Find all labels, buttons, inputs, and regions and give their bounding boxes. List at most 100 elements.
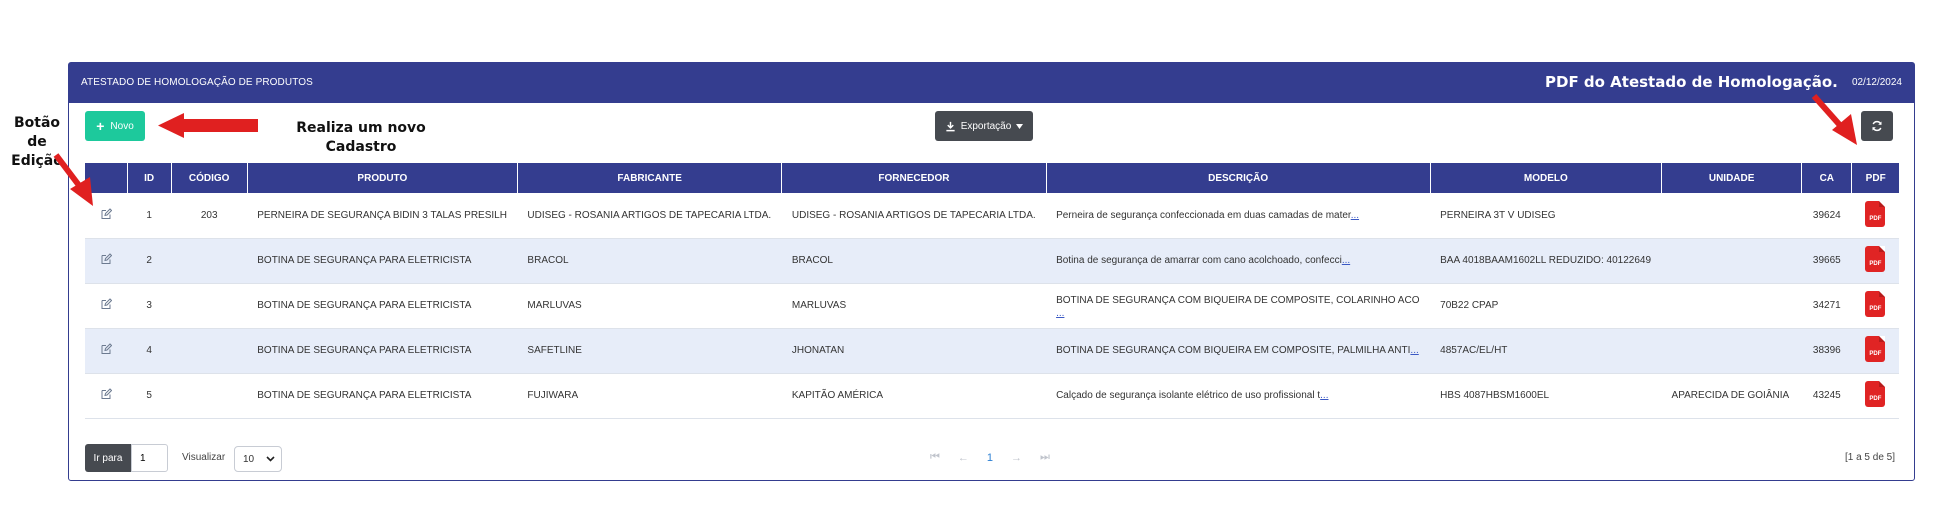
pdf-icon[interactable] xyxy=(1865,381,1886,407)
produto-cell: BOTINA DE SEGURANÇA PARA ELETRICISTA xyxy=(247,373,518,419)
first-page-icon[interactable]: ⏮ xyxy=(930,451,940,464)
edit-icon[interactable] xyxy=(100,253,113,265)
fornecedor-cell: KAPITÃO AMÉRICA xyxy=(781,373,1047,419)
modelo-cell: HBS 4087HBSM1600EL xyxy=(1430,373,1662,419)
table-row: 5 BOTINA DE SEGURANÇA PARA ELETRICISTA F… xyxy=(85,373,1899,419)
refresh-icon xyxy=(1872,120,1882,132)
modelo-cell: PERNEIRA 3T V UDISEG xyxy=(1430,193,1662,239)
edit-cell xyxy=(85,238,128,284)
produto-cell: BOTINA DE SEGURANÇA PARA ELETRICISTA xyxy=(247,283,518,329)
current-page-number[interactable]: 1 xyxy=(987,452,993,464)
pdf-icon[interactable] xyxy=(1865,336,1886,362)
chevron-down-icon xyxy=(266,456,275,462)
goto-page-input[interactable] xyxy=(131,444,168,472)
table-row: 3 BOTINA DE SEGURANÇA PARA ELETRICISTA M… xyxy=(85,283,1899,329)
fabricante-cell: MARLUVAS xyxy=(517,283,782,329)
column-header-fornecedor[interactable]: FORNECEDOR xyxy=(781,163,1047,193)
pdf-cell xyxy=(1851,238,1899,284)
pdf-icon[interactable] xyxy=(1865,291,1886,317)
column-header-modelo[interactable]: MODELO xyxy=(1430,163,1663,193)
unidade-cell xyxy=(1661,328,1802,374)
descricao-more-link[interactable]: ... xyxy=(1351,210,1359,221)
codigo-cell xyxy=(171,328,248,374)
column-header-descricao[interactable]: DESCRIÇÃO xyxy=(1046,163,1431,193)
ca-cell: 38396 xyxy=(1801,328,1852,374)
modelo-cell: 4857AC/EL/HT xyxy=(1430,328,1662,374)
fornecedor-cell: BRACOL xyxy=(781,238,1047,284)
descricao-cell: Botina de segurança de amarrar com cano … xyxy=(1046,238,1431,284)
caret-down-icon xyxy=(1016,123,1024,129)
fornecedor-cell: JHONATAN xyxy=(781,328,1047,374)
edit-icon[interactable] xyxy=(100,298,113,310)
annotation-pdf-label: PDF do Atestado de Homologação. xyxy=(1545,73,1838,91)
edit-cell xyxy=(85,373,128,419)
descricao-cell: BOTINA DE SEGURANÇA COM BIQUEIRA DE COMP… xyxy=(1046,283,1431,329)
table-row: 1 203 PERNEIRA DE SEGURANÇA BIDIN 3 TALA… xyxy=(85,193,1899,239)
page-size-select[interactable]: 10 xyxy=(234,446,282,472)
unidade-cell xyxy=(1661,238,1802,284)
export-button[interactable]: Exportação xyxy=(935,111,1033,141)
annotation-novo-label: Realiza um novo Cadastro xyxy=(296,120,426,155)
produto-cell: BOTINA DE SEGURANÇA PARA ELETRICISTA xyxy=(247,238,518,284)
page-size-label: Visualizar xyxy=(182,452,226,463)
descricao-text: Botina de segurança de amarrar com cano … xyxy=(1056,255,1342,266)
novo-button[interactable]: + Novo xyxy=(85,111,145,141)
codigo-cell xyxy=(171,283,248,329)
descricao-cell: Perneira de segurança confeccionada em d… xyxy=(1046,193,1431,239)
last-page-icon[interactable]: ⏭ xyxy=(1040,451,1050,464)
id-cell: 4 xyxy=(127,328,172,374)
id-cell: 5 xyxy=(127,373,172,419)
refresh-button[interactable] xyxy=(1861,111,1893,141)
column-header-unidade[interactable]: UNIDADE xyxy=(1661,163,1803,193)
pdf-cell xyxy=(1851,328,1899,374)
annotation-edit-label: Botão de Edição xyxy=(11,115,63,169)
column-header-codigo[interactable]: CÓDIGO xyxy=(171,163,248,193)
modelo-cell: BAA 4018BAAM1602LL REDUZIDO: 40122649 xyxy=(1430,238,1662,284)
descricao-more-link[interactable]: ... xyxy=(1342,255,1350,266)
ca-cell: 39665 xyxy=(1801,238,1852,284)
codigo-cell xyxy=(171,238,248,284)
column-header-actions xyxy=(85,163,128,193)
edit-cell xyxy=(85,193,128,239)
edit-icon[interactable] xyxy=(100,388,113,400)
descricao-more-link[interactable]: ... xyxy=(1056,308,1064,319)
descricao-text: BOTINA DE SEGURANÇA COM BIQUEIRA EM COMP… xyxy=(1056,345,1411,356)
pdf-cell xyxy=(1851,193,1899,239)
id-cell: 3 xyxy=(127,283,172,329)
novo-button-label: Novo xyxy=(110,120,134,132)
edit-icon[interactable] xyxy=(100,343,113,355)
ca-cell: 43245 xyxy=(1801,373,1852,419)
pdf-icon[interactable] xyxy=(1865,246,1886,272)
column-header-fabricante[interactable]: FABRICANTE xyxy=(517,163,783,193)
fabricante-cell: UDISEG - ROSANIA ARTIGOS DE TAPECARIA LT… xyxy=(517,193,782,239)
column-header-pdf: PDF xyxy=(1851,163,1899,193)
edit-icon[interactable] xyxy=(100,208,113,220)
descricao-cell: BOTINA DE SEGURANÇA COM BIQUEIRA EM COMP… xyxy=(1046,328,1431,374)
page-navigation: ⏮ ← 1 → ⏭ xyxy=(930,451,1050,464)
pdf-cell xyxy=(1851,373,1899,419)
column-header-ca[interactable]: CA xyxy=(1801,163,1853,193)
products-table: ID CÓDIGO PRODUTO FABRICANTE FORNECEDOR … xyxy=(85,163,1899,419)
unidade-cell: APARECIDA DE GOIÂNIA xyxy=(1661,373,1802,419)
pdf-icon[interactable] xyxy=(1865,200,1886,227)
codigo-cell: 203 xyxy=(171,193,248,239)
unidade-cell xyxy=(1661,193,1802,239)
descricao-more-link[interactable]: ... xyxy=(1410,345,1418,356)
descricao-text: Calçado de segurança isolante elétrico d… xyxy=(1056,390,1321,401)
fabricante-cell: FUJIWARA xyxy=(517,373,782,419)
descricao-more-link[interactable]: ... xyxy=(1320,390,1328,401)
next-page-icon[interactable]: → xyxy=(1011,452,1022,464)
page-size-value: 10 xyxy=(243,453,255,465)
header-date: 02/12/2024 xyxy=(1851,77,1902,88)
modelo-cell: 70B22 CPAP xyxy=(1430,283,1662,329)
table-row: 4 BOTINA DE SEGURANÇA PARA ELETRICISTA S… xyxy=(85,328,1899,374)
fornecedor-cell: UDISEG - ROSANIA ARTIGOS DE TAPECARIA LT… xyxy=(781,193,1047,239)
page: ATESTADO DE HOMOLOGAÇÃO DE PRODUTOS 02/1… xyxy=(0,0,1933,528)
prev-page-icon[interactable]: ← xyxy=(958,452,969,464)
download-icon xyxy=(946,121,955,131)
goto-page-button[interactable]: Ir para xyxy=(85,444,131,472)
produto-cell: PERNEIRA DE SEGURANÇA BIDIN 3 TALAS PRES… xyxy=(247,193,518,239)
column-header-id[interactable]: ID xyxy=(127,163,172,193)
column-header-produto[interactable]: PRODUTO xyxy=(247,163,518,193)
page-info: [1 a 5 de 5] xyxy=(1844,452,1895,463)
